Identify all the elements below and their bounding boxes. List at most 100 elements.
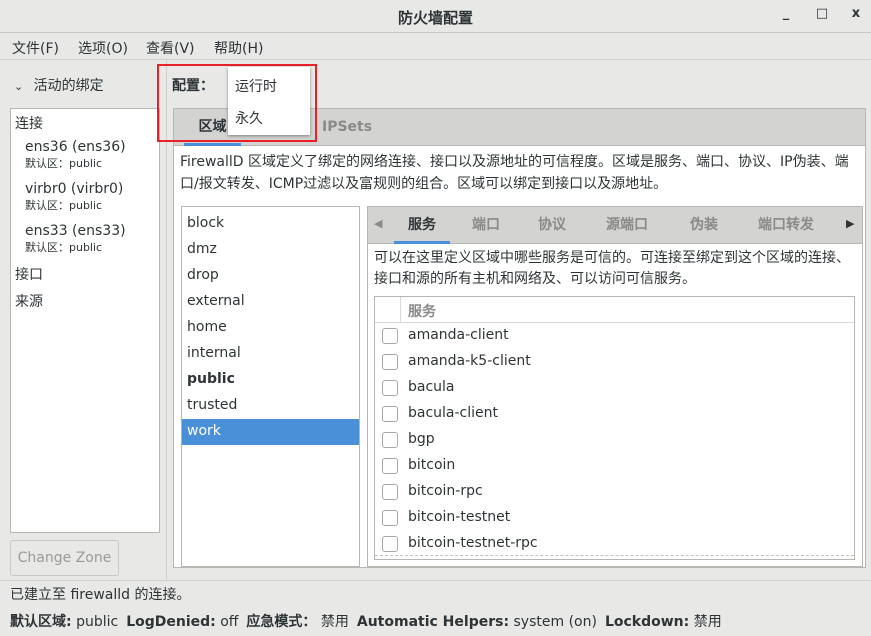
service-checkbox[interactable]	[382, 380, 398, 396]
zone-item-dmz[interactable]: dmz	[182, 237, 359, 263]
scroll-right-icon[interactable]: ▶	[846, 217, 854, 230]
status-divider	[0, 580, 871, 581]
status-field: Lockdown: 禁用	[605, 614, 722, 630]
service-row[interactable]: bitcoin	[375, 453, 854, 479]
service-checkbox[interactable]	[382, 536, 398, 552]
status-field: 应急模式： 禁用	[246, 614, 348, 630]
service-row[interactable]: bitcoin-testnet-rpc	[375, 531, 854, 557]
service-name: bitcoin-rpc	[408, 483, 483, 499]
binding-label: virbr0 (virbr0)	[25, 181, 124, 197]
service-checkbox[interactable]	[382, 432, 398, 448]
tab-port-forwarding[interactable]: 端口转发	[758, 207, 814, 244]
binding-ens33[interactable]: ens33 (ens33) 默认区：public	[25, 223, 126, 255]
service-name: bacula-client	[408, 405, 499, 421]
bindings-list[interactable]: 连接 ens36 (ens36) 默认区：public virbr0 (virbr…	[10, 108, 160, 533]
status-key: 默认区域:	[10, 614, 72, 630]
menu-bar: 文件(F) 选项(O) 查看(V) 帮助(H)	[0, 33, 871, 60]
connection-status: 已建立至 firewalld 的连接。	[10, 587, 191, 603]
status-key: LogDenied:	[126, 614, 216, 630]
services-table: 服务 amanda-client amanda-k5-client bacula ba…	[374, 296, 855, 560]
service-name: bitcoin	[408, 457, 456, 473]
service-checkbox[interactable]	[382, 406, 398, 422]
section-interfaces[interactable]: 接口	[15, 264, 43, 284]
zone-description: FirewallD 区域定义了绑定的网络连接、接口以及源地址的可信程度。区域是服…	[180, 154, 849, 192]
zone-item-work[interactable]: work	[182, 419, 359, 445]
binding-zone: 默认区：public	[25, 157, 103, 170]
zone-item-drop[interactable]: drop	[182, 263, 359, 289]
services-table-header: 服务	[375, 297, 854, 323]
menu-file[interactable]: 文件(F)	[12, 38, 59, 58]
service-row[interactable]: amanda-k5-client	[375, 349, 854, 375]
status-field: LogDenied: off	[126, 614, 238, 630]
binding-label: ens36 (ens36)	[25, 139, 126, 155]
maximize-button[interactable]: □	[812, 6, 832, 26]
service-row[interactable]: bitcoin-rpc	[375, 479, 854, 505]
status-key: 应急模式：	[246, 614, 317, 630]
section-connections[interactable]: 连接	[15, 113, 43, 133]
scroll-left-icon[interactable]: ◀	[374, 217, 382, 230]
window-title: 防火墙配置	[397, 9, 473, 27]
service-row[interactable]: bacula	[375, 375, 854, 401]
tab-protocols[interactable]: 协议	[538, 207, 566, 244]
service-name: bacula	[408, 379, 455, 395]
tab-ports[interactable]: 端口	[472, 207, 500, 244]
menu-view[interactable]: 查看(V)	[146, 38, 195, 58]
binding-ens36[interactable]: ens36 (ens36) 默认区：public	[25, 139, 126, 171]
main-notebook: 区域 IPSets FirewallD 区域定义了绑定的网络连接、接口以及源地址…	[173, 108, 866, 568]
service-row[interactable]: amanda-client	[375, 323, 854, 349]
status-value: 禁用	[693, 614, 722, 630]
option-runtime[interactable]: 运行时	[235, 76, 277, 96]
service-checkbox[interactable]	[382, 458, 398, 474]
status-value: 禁用	[320, 614, 349, 630]
services-description: 可以在这里定义区域中哪些服务是可信的。可连接至绑定到这个区域的连接、接口和源的所…	[374, 250, 850, 287]
service-name: amanda-client	[408, 327, 509, 343]
zone-item-home[interactable]: home	[182, 315, 359, 341]
zone-tab-bar: ◀ 服务 端口 协议 源端口 伪装 端口转发 ▶	[368, 207, 862, 244]
zone-settings-notebook: ◀ 服务 端口 协议 源端口 伪装 端口转发 ▶ 可以在这里定义区域中哪些服务是…	[367, 206, 863, 567]
service-row[interactable]: bitcoin-testnet	[375, 505, 854, 531]
header-divider	[400, 297, 401, 323]
status-key: Lockdown:	[604, 614, 690, 630]
chevron-down-icon: ⌄	[14, 80, 24, 93]
status-value: public	[76, 614, 119, 630]
service-name: bgp	[408, 431, 435, 447]
zone-item-trusted[interactable]: trusted	[182, 393, 359, 419]
zone-item-block[interactable]: block	[182, 211, 359, 237]
zone-item-public[interactable]: public	[182, 367, 359, 393]
status-field: 默认区域: public	[10, 614, 118, 630]
status-fields: 默认区域: public LogDenied: off 应急模式： 禁用 Automa…	[10, 611, 730, 631]
service-name: bitcoin-testnet	[408, 509, 511, 525]
binding-zone: 默认区：public	[25, 199, 103, 212]
service-checkbox[interactable]	[382, 354, 398, 370]
binding-label: ens33 (ens33)	[25, 223, 126, 239]
service-row[interactable]: bacula-client	[375, 401, 854, 427]
section-sources[interactable]: 来源	[15, 291, 43, 311]
tab-services[interactable]: 服务	[394, 207, 450, 244]
status-value: system (on)	[513, 614, 597, 630]
menu-options[interactable]: 选项(O)	[78, 38, 128, 58]
zone-item-external[interactable]: external	[182, 289, 359, 315]
binding-zone: 默认区：public	[25, 241, 103, 254]
config-dropdown[interactable]: 运行时 永久	[228, 67, 310, 135]
binding-virbr0[interactable]: virbr0 (virbr0) 默认区：public	[25, 181, 123, 213]
service-checkbox[interactable]	[382, 510, 398, 526]
service-checkbox[interactable]	[382, 484, 398, 500]
menu-help[interactable]: 帮助(H)	[214, 38, 263, 58]
service-row[interactable]: bgp	[375, 427, 854, 453]
change-zone-button[interactable]: Change Zone	[10, 540, 119, 576]
tab-masquerade[interactable]: 伪装	[690, 207, 718, 244]
title-bar: 防火墙配置 _ □ x	[0, 0, 871, 33]
zone-list[interactable]: block dmz drop external home internal public tr…	[181, 206, 360, 567]
services-column-header[interactable]: 服务	[408, 301, 436, 321]
active-bindings-expander[interactable]: ⌄ 活动的绑定	[14, 75, 104, 95]
option-permanent[interactable]: 永久	[235, 108, 263, 128]
close-button[interactable]: x	[846, 6, 866, 26]
service-name: bitcoin-testnet-rpc	[408, 535, 538, 551]
tab-source-ports[interactable]: 源端口	[606, 207, 648, 244]
service-checkbox[interactable]	[382, 328, 398, 344]
tab-ipsets[interactable]: IPSets	[322, 109, 372, 146]
minimize-button[interactable]: _	[776, 6, 796, 26]
service-name: amanda-k5-client	[408, 353, 531, 369]
zone-item-internal[interactable]: internal	[182, 341, 359, 367]
active-bindings-header: 活动的绑定	[33, 78, 104, 94]
